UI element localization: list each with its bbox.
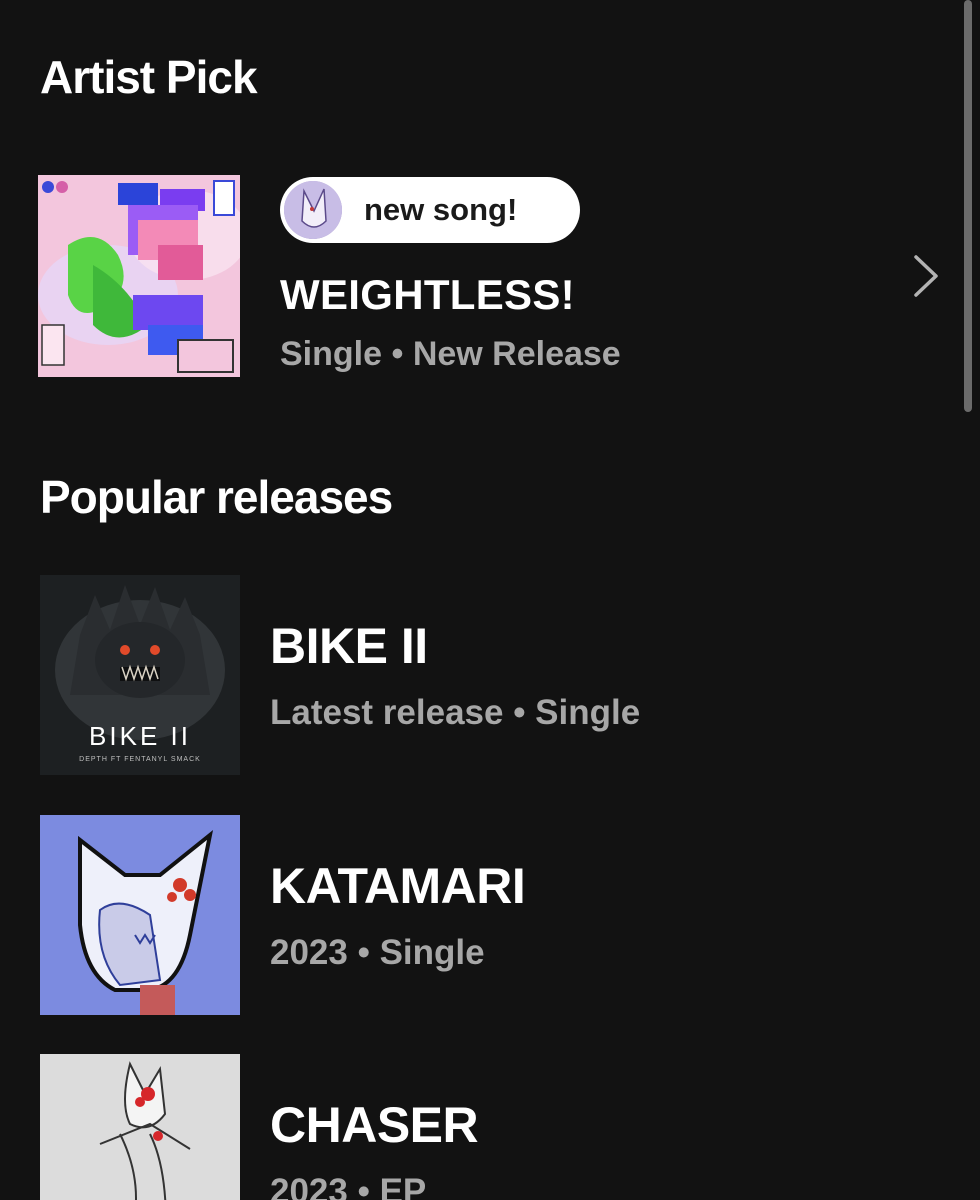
popular-releases-heading: Popular releases — [40, 471, 393, 523]
chaser-cover-art — [40, 1054, 240, 1200]
release-item[interactable]: CHASER 2023 • EP — [40, 1054, 920, 1200]
chevron-right-icon[interactable] — [906, 253, 946, 299]
artist-pick-item[interactable]: new song! WEIGHTLESS! Single • New Relea… — [38, 175, 938, 377]
artist-avatar — [284, 181, 342, 239]
release-subtitle: 2023 • EP — [270, 1172, 427, 1200]
release-title: CHASER — [270, 1097, 479, 1153]
artist-pick-subtitle: Single • New Release — [280, 335, 621, 373]
release-item[interactable]: KATAMARI 2023 • Single — [40, 815, 920, 1015]
katamari-cover-art — [40, 815, 240, 1015]
release-cover — [40, 1054, 240, 1200]
release-cover: BIKE II DEPTH FT FENTANYL SMACK — [40, 575, 240, 775]
artist-pick-title: WEIGHTLESS! — [280, 271, 575, 318]
bike-ii-cover-art: BIKE II DEPTH FT FENTANYL SMACK — [40, 575, 240, 775]
artist-pick-cover — [38, 175, 240, 377]
release-title: BIKE II — [270, 618, 428, 674]
release-title: KATAMARI — [270, 858, 526, 914]
cover-title-text: BIKE II — [89, 721, 191, 751]
avatar-art — [284, 181, 342, 239]
release-cover — [40, 815, 240, 1015]
release-subtitle: 2023 • Single — [270, 933, 485, 972]
release-subtitle: Latest release • Single — [270, 693, 641, 732]
release-item[interactable]: BIKE II DEPTH FT FENTANYL SMACK BIKE II … — [40, 575, 920, 775]
cover-credit-text: DEPTH FT FENTANYL SMACK — [79, 756, 201, 763]
scrollbar[interactable] — [964, 0, 972, 412]
artist-pick-cover-art — [38, 175, 240, 377]
artist-pick-heading: Artist Pick — [40, 51, 258, 103]
badge-label: new song! — [364, 192, 518, 227]
new-song-badge[interactable]: new song! — [280, 177, 580, 243]
artist-page: Artist Pick new song! WEIGHTLESS! Single… — [0, 0, 980, 1200]
